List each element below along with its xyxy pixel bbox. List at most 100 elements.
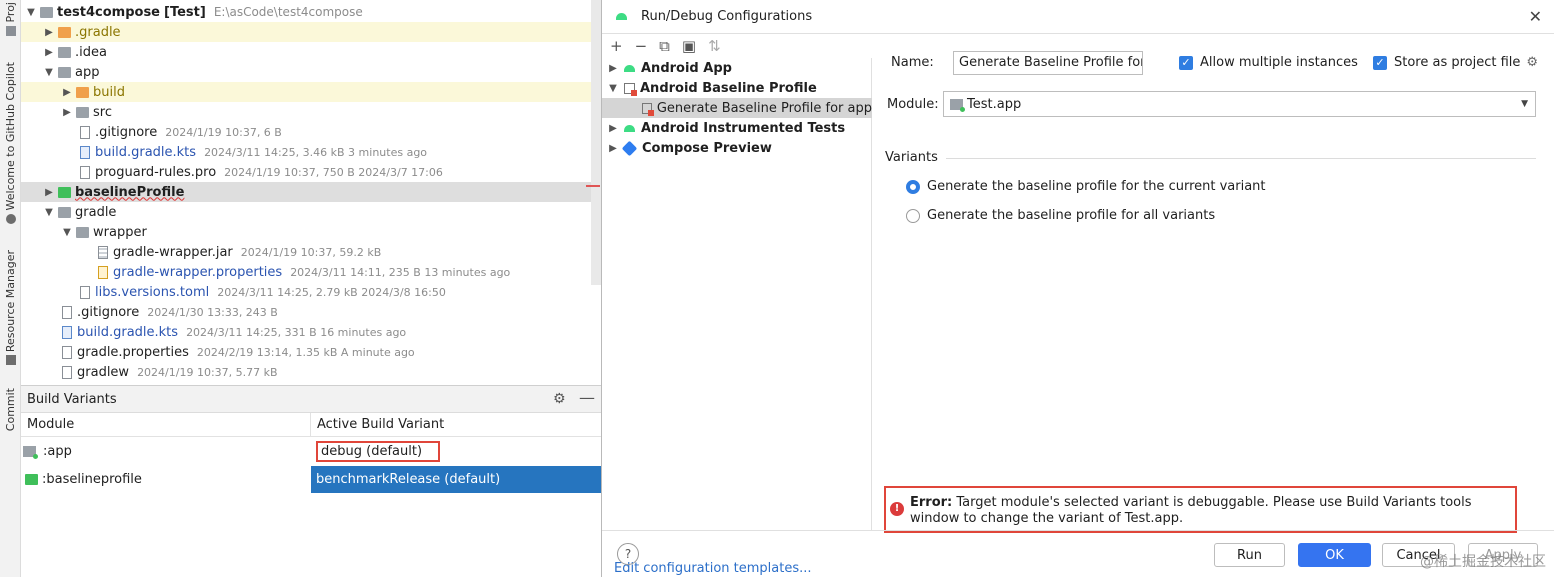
close-icon[interactable]: ✕: [1529, 7, 1542, 26]
error-stripe-marker: [586, 185, 600, 187]
build-variants-columns: Module Active Build Variant: [21, 413, 601, 437]
toml-file-icon: [80, 285, 90, 299]
project-tree: ▼ test4compose [Test] E:\asCode\test4com…: [21, 0, 601, 383]
chevron-right-icon[interactable]: ▶: [602, 63, 624, 74]
file-icon: [62, 305, 72, 319]
module-folder-icon: [58, 186, 71, 198]
chevron-right-icon[interactable]: ▶: [602, 123, 624, 134]
tree-row[interactable]: ▼ app: [21, 62, 601, 82]
error-text-wrap: Error: Target module's selected variant …: [910, 495, 1509, 527]
tree-item-label: gradlew: [77, 364, 130, 380]
table-row[interactable]: :baselineprofile benchmarkRelease (defau…: [21, 466, 601, 493]
ok-button[interactable]: OK: [1298, 543, 1371, 567]
chevron-down-icon[interactable]: ▼: [602, 83, 624, 94]
tree-root[interactable]: ▼ test4compose [Test] E:\asCode\test4com…: [21, 2, 601, 22]
tree-item-meta: 2024/1/19 10:37, 6 B: [165, 125, 282, 139]
sort-icon[interactable]: ⇅: [708, 37, 721, 55]
file-icon: [80, 125, 90, 139]
section-divider: [946, 158, 1536, 159]
error-text: Target module's selected variant is debu…: [910, 495, 1472, 526]
column-active-variant[interactable]: Active Build Variant: [311, 413, 444, 436]
gear-icon[interactable]: ⚙: [553, 391, 566, 407]
config-item-compose-preview[interactable]: ▶ Compose Preview: [602, 138, 872, 158]
run-button[interactable]: Run: [1214, 543, 1285, 567]
config-item-android-app[interactable]: ▶ Android App: [602, 58, 872, 78]
tree-row[interactable]: ▶ .gradle: [21, 22, 601, 42]
minimize-icon[interactable]: —: [579, 388, 595, 407]
config-item-instrumented-tests[interactable]: ▶ Android Instrumented Tests: [602, 118, 872, 138]
commit-tool-tab[interactable]: Commit: [0, 388, 21, 431]
tree-row[interactable]: ▼ gradle: [21, 202, 601, 222]
project-tag: [Test]: [164, 4, 206, 20]
copilot-tool-tab[interactable]: Welcome to GitHub Copilot: [0, 62, 21, 224]
add-icon[interactable]: +: [610, 37, 623, 55]
gear-icon[interactable]: ⚙: [1526, 55, 1538, 70]
folder-add-icon[interactable]: ▣: [682, 37, 696, 55]
tree-row[interactable]: gradle-wrapper.properties 2024/3/11 14:1…: [21, 262, 601, 282]
chevron-right-icon[interactable]: ▶: [43, 47, 55, 58]
config-item-baseline-profile[interactable]: ▼ Android Baseline Profile: [602, 78, 872, 98]
config-item-label: Android Baseline Profile: [640, 80, 817, 96]
tree-item-meta: 2024/3/11 14:25, 3.46 kB 3 minutes ago: [204, 145, 428, 159]
tree-item-label: .gitignore: [95, 124, 158, 140]
remove-icon[interactable]: −: [635, 37, 648, 55]
chevron-right-icon[interactable]: ▶: [43, 27, 55, 38]
tree-row-selected[interactable]: ▶ baselineProfile: [21, 182, 601, 202]
variant-value[interactable]: benchmarkRelease (default): [316, 472, 500, 487]
tree-row[interactable]: proguard-rules.pro 2024/1/19 10:37, 750 …: [21, 162, 601, 182]
column-module[interactable]: Module: [21, 413, 311, 436]
tree-row[interactable]: libs.versions.toml 2024/3/11 14:25, 2.79…: [21, 282, 601, 302]
resource-manager-tab[interactable]: Resource Manager: [0, 250, 21, 366]
chevron-right-icon[interactable]: ▶: [602, 143, 624, 154]
module-name: :app: [43, 444, 72, 459]
chevron-down-icon[interactable]: ▼: [43, 207, 55, 218]
chevron-right-icon[interactable]: ▶: [61, 87, 73, 98]
chevron-right-icon[interactable]: ▶: [61, 107, 73, 118]
table-row[interactable]: :app debug (default): [21, 438, 601, 465]
radio-current-variant[interactable]: Generate the baseline profile for the cu…: [906, 179, 1266, 194]
allow-multiple-checkbox[interactable]: ✓ Allow multiple instances: [1179, 55, 1358, 70]
tree-row[interactable]: ▶ src: [21, 102, 601, 122]
tree-item-label: .gradle: [75, 24, 121, 40]
tree-row[interactable]: gradle-wrapper.jar 2024/1/19 10:37, 59.2…: [21, 242, 601, 262]
tree-row[interactable]: build.gradle.kts 2024/3/11 14:25, 331 B …: [21, 322, 601, 342]
variant-cell[interactable]: debug (default): [311, 438, 601, 465]
commit-tab-label: Commit: [4, 388, 17, 432]
tree-row[interactable]: build.gradle.kts 2024/3/11 14:25, 3.46 k…: [21, 142, 601, 162]
chevron-down-icon[interactable]: ▼: [25, 7, 37, 18]
tree-scrollbar[interactable]: [591, 0, 601, 285]
variants-section-title: Variants: [885, 150, 938, 165]
config-item-generate-baseline[interactable]: Generate Baseline Profile for app: [602, 98, 872, 118]
tree-item-meta: 2024/2/19 13:14, 1.35 kB A minute ago: [196, 345, 415, 359]
tree-item-meta: 2024/1/19 10:37, 59.2 kB: [240, 245, 382, 259]
variant-cell-selected[interactable]: benchmarkRelease (default): [311, 466, 601, 493]
tree-row[interactable]: .gitignore 2024/1/30 13:33, 243 B: [21, 302, 601, 322]
tree-row[interactable]: ▶ build: [21, 82, 601, 102]
store-project-checkbox[interactable]: ✓ Store as project file ⚙: [1373, 55, 1538, 70]
checkbox-checked-icon: ✓: [1179, 55, 1193, 70]
copy-icon[interactable]: ⧉: [659, 37, 670, 55]
tree-row[interactable]: gradlew 2024/1/19 10:37, 5.77 kB: [21, 362, 601, 382]
tree-row[interactable]: gradle.properties 2024/2/19 13:14, 1.35 …: [21, 342, 601, 362]
tree-row[interactable]: ▶ .idea: [21, 42, 601, 62]
module-select[interactable]: Test.app ▼: [943, 91, 1536, 117]
tree-item-label: app: [75, 64, 100, 80]
chevron-down-icon[interactable]: ▼: [61, 227, 73, 238]
radio-all-variants[interactable]: Generate the baseline profile for all va…: [906, 208, 1215, 223]
tree-row[interactable]: ▼ wrapper: [21, 222, 601, 242]
config-editor: Name: Generate Baseline Profile for app …: [873, 34, 1554, 533]
help-button[interactable]: ?: [617, 543, 639, 565]
module-folder-icon: [58, 66, 71, 78]
variant-value-highlighted[interactable]: debug (default): [316, 441, 441, 462]
project-tool-tab[interactable]: Proj: [0, 2, 21, 36]
chevron-down-icon[interactable]: ▼: [1521, 99, 1528, 109]
config-tree: ▶ Android App ▼ Android Baseline Profile…: [602, 58, 872, 576]
chevron-down-icon[interactable]: ▼: [43, 67, 55, 78]
android-icon: [624, 64, 635, 72]
folder-icon: [76, 86, 89, 98]
name-input[interactable]: Generate Baseline Profile for app: [953, 51, 1143, 75]
tree-row[interactable]: .gitignore 2024/1/19 10:37, 6 B: [21, 122, 601, 142]
chevron-right-icon[interactable]: ▶: [43, 187, 55, 198]
folder-icon: [5, 25, 16, 36]
build-variants-title: Build Variants: [27, 391, 117, 407]
